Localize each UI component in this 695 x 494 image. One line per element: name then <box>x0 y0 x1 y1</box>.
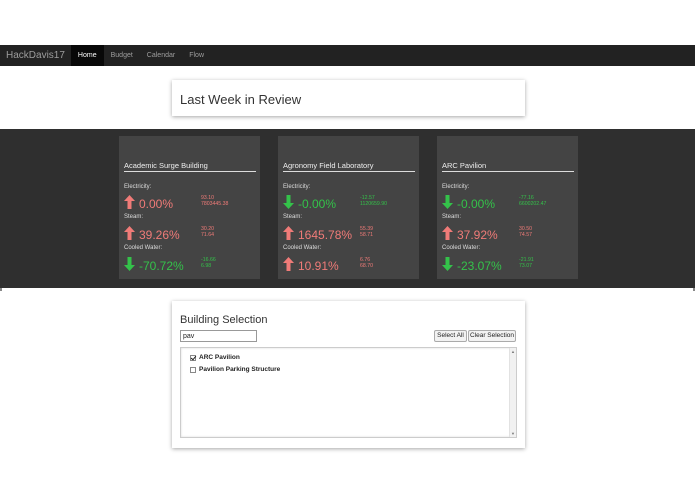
metric-row: 0.00% 93.10 7803445.38 <box>124 195 256 211</box>
arrow-down-icon <box>442 257 453 271</box>
building-selection-card: Building Selection Select All Clear Sele… <box>172 301 525 448</box>
metric-detail-line1: -21.91 <box>519 257 534 263</box>
metric-detail-line2: 7803445.38 <box>201 201 229 208</box>
review-card: Last Week in Review <box>172 80 525 116</box>
divider-tick <box>0 288 2 291</box>
metric-detail: -21.91 73.07 <box>519 257 534 269</box>
list-item-label: Pavilion Parking Structure <box>199 366 281 373</box>
metric-percent: -0.00% <box>298 197 337 211</box>
selection-title: Building Selection <box>180 314 268 326</box>
list-scrollbar[interactable]: ▲ ▼ <box>509 348 516 437</box>
metric-label: Cooled Water: <box>442 245 481 251</box>
arrow-up-icon <box>124 226 135 240</box>
metric-percent: 37.92% <box>457 228 498 242</box>
nav-budget[interactable]: Budget <box>104 45 140 66</box>
metric-percent: -23.07% <box>457 259 502 273</box>
metric-detail-line1: 30.20 <box>201 226 214 232</box>
metric-detail-line1: 6.76 <box>360 257 371 263</box>
metric-percent: -0.00% <box>457 197 496 211</box>
metric-detail-line1: -12.57 <box>360 195 375 201</box>
metric-percent: 0.00% <box>139 197 174 211</box>
scroll-up-icon[interactable]: ▲ <box>511 349 515 354</box>
metric-label: Steam: <box>124 214 144 220</box>
arrow-up-icon <box>442 226 453 240</box>
metric-detail-line1: 93.10 <box>201 195 214 201</box>
metric-detail: 6.76 68.70 <box>360 257 373 269</box>
checkbox-arc-pavilion[interactable] <box>190 354 196 361</box>
metric-percent: 1645.78% <box>298 228 353 242</box>
building-card: Agronomy Field Laboratory Electricity: -0.… <box>278 136 419 279</box>
metric-detail-line2: 73.07 <box>519 263 532 270</box>
metric-label: Cooled Water: <box>124 245 163 251</box>
scroll-down-icon[interactable]: ▼ <box>511 431 515 436</box>
arrow-up-icon <box>283 257 294 271</box>
building-name: Agronomy Field Laboratory <box>283 161 415 172</box>
metric-percent: 39.26% <box>139 228 180 242</box>
arrow-down-icon <box>442 195 453 209</box>
building-card: Academic Surge Building Electricity: 0.00%… <box>119 136 260 279</box>
metric-label: Electricity: <box>442 184 470 190</box>
metric-detail-line2: 71.64 <box>201 232 214 239</box>
metric-detail: -16.66 6.98 <box>201 257 216 269</box>
review-title: Last Week in Review <box>180 92 302 107</box>
clear-selection-button[interactable]: Clear Selection <box>468 330 516 342</box>
list-item-label: ARC Pavilion <box>199 354 240 361</box>
building-card: ARC Pavilion Electricity: -0.00% -77.16 6600… <box>437 136 578 279</box>
metric-detail: 30.20 71.64 <box>201 226 214 238</box>
metric-label: Steam: <box>283 214 303 220</box>
arrow-down-icon <box>124 257 135 271</box>
metric-detail-line2: 6600202.47 <box>519 201 547 208</box>
metric-label: Electricity: <box>124 184 152 190</box>
metric-detail-line2: 68.70 <box>360 263 373 270</box>
metric-percent: 10.91% <box>298 259 339 273</box>
arrow-up-icon <box>283 226 294 240</box>
arrow-down-icon <box>283 195 294 209</box>
metric-detail-line1: -77.16 <box>519 195 534 201</box>
metric-row: 37.92% 30.50 74.57 <box>442 226 574 242</box>
metric-percent: -70.72% <box>139 259 184 273</box>
nav-flow[interactable]: Flow <box>182 45 211 66</box>
metric-detail: -77.16 6600202.47 <box>519 195 546 207</box>
metric-row: 39.26% 30.20 71.64 <box>124 226 256 242</box>
metric-detail: 55.39 58.71 <box>360 226 373 238</box>
metric-detail-line1: 30.50 <box>519 226 532 232</box>
building-list: ARC Pavilion Pavilion Parking Structure … <box>180 347 517 438</box>
metric-detail: -12.57 1120659.90 <box>360 195 387 207</box>
metric-detail-line1: -16.66 <box>201 257 216 263</box>
metric-detail: 93.10 7803445.38 <box>201 195 228 207</box>
navbar: HackDavis17 Home Budget Calendar Flow <box>0 45 695 66</box>
metric-detail-line1: 55.39 <box>360 226 373 232</box>
metric-detail-line2: 6.98 <box>201 263 212 270</box>
metric-row: -23.07% -21.91 73.07 <box>442 257 574 273</box>
building-name: ARC Pavilion <box>442 161 574 172</box>
metric-row: 1645.78% 55.39 58.71 <box>283 226 415 242</box>
arrow-up-icon <box>124 195 135 209</box>
metric-detail-line2: 58.71 <box>360 232 373 239</box>
metric-detail: 30.50 74.57 <box>519 226 532 238</box>
metric-row: -0.00% -12.57 1120659.90 <box>283 195 415 211</box>
metric-label: Steam: <box>442 214 462 220</box>
page: HackDavis17 Home Budget Calendar Flow La… <box>0 0 695 494</box>
building-name: Academic Surge Building <box>124 161 256 172</box>
select-all-button[interactable]: Select All <box>434 330 467 342</box>
brand-link[interactable]: HackDavis17 <box>0 45 71 66</box>
checkbox-pavilion-parking[interactable] <box>190 366 196 373</box>
nav-home[interactable]: Home <box>70 45 104 66</box>
metric-label: Electricity: <box>283 184 311 190</box>
nav-calendar[interactable]: Calendar <box>140 45 182 66</box>
metric-row: 10.91% 6.76 68.70 <box>283 257 415 273</box>
list-item[interactable]: Pavilion Parking Structure <box>190 366 280 373</box>
metric-row: -70.72% -16.66 6.98 <box>124 257 256 273</box>
list-item[interactable]: ARC Pavilion <box>190 354 240 361</box>
metric-row: -0.00% -77.16 6600202.47 <box>442 195 574 211</box>
building-search-input[interactable] <box>180 330 257 342</box>
metric-detail-line2: 1120659.90 <box>360 201 388 208</box>
metric-label: Cooled Water: <box>283 245 322 251</box>
metric-detail-line2: 74.57 <box>519 232 532 239</box>
